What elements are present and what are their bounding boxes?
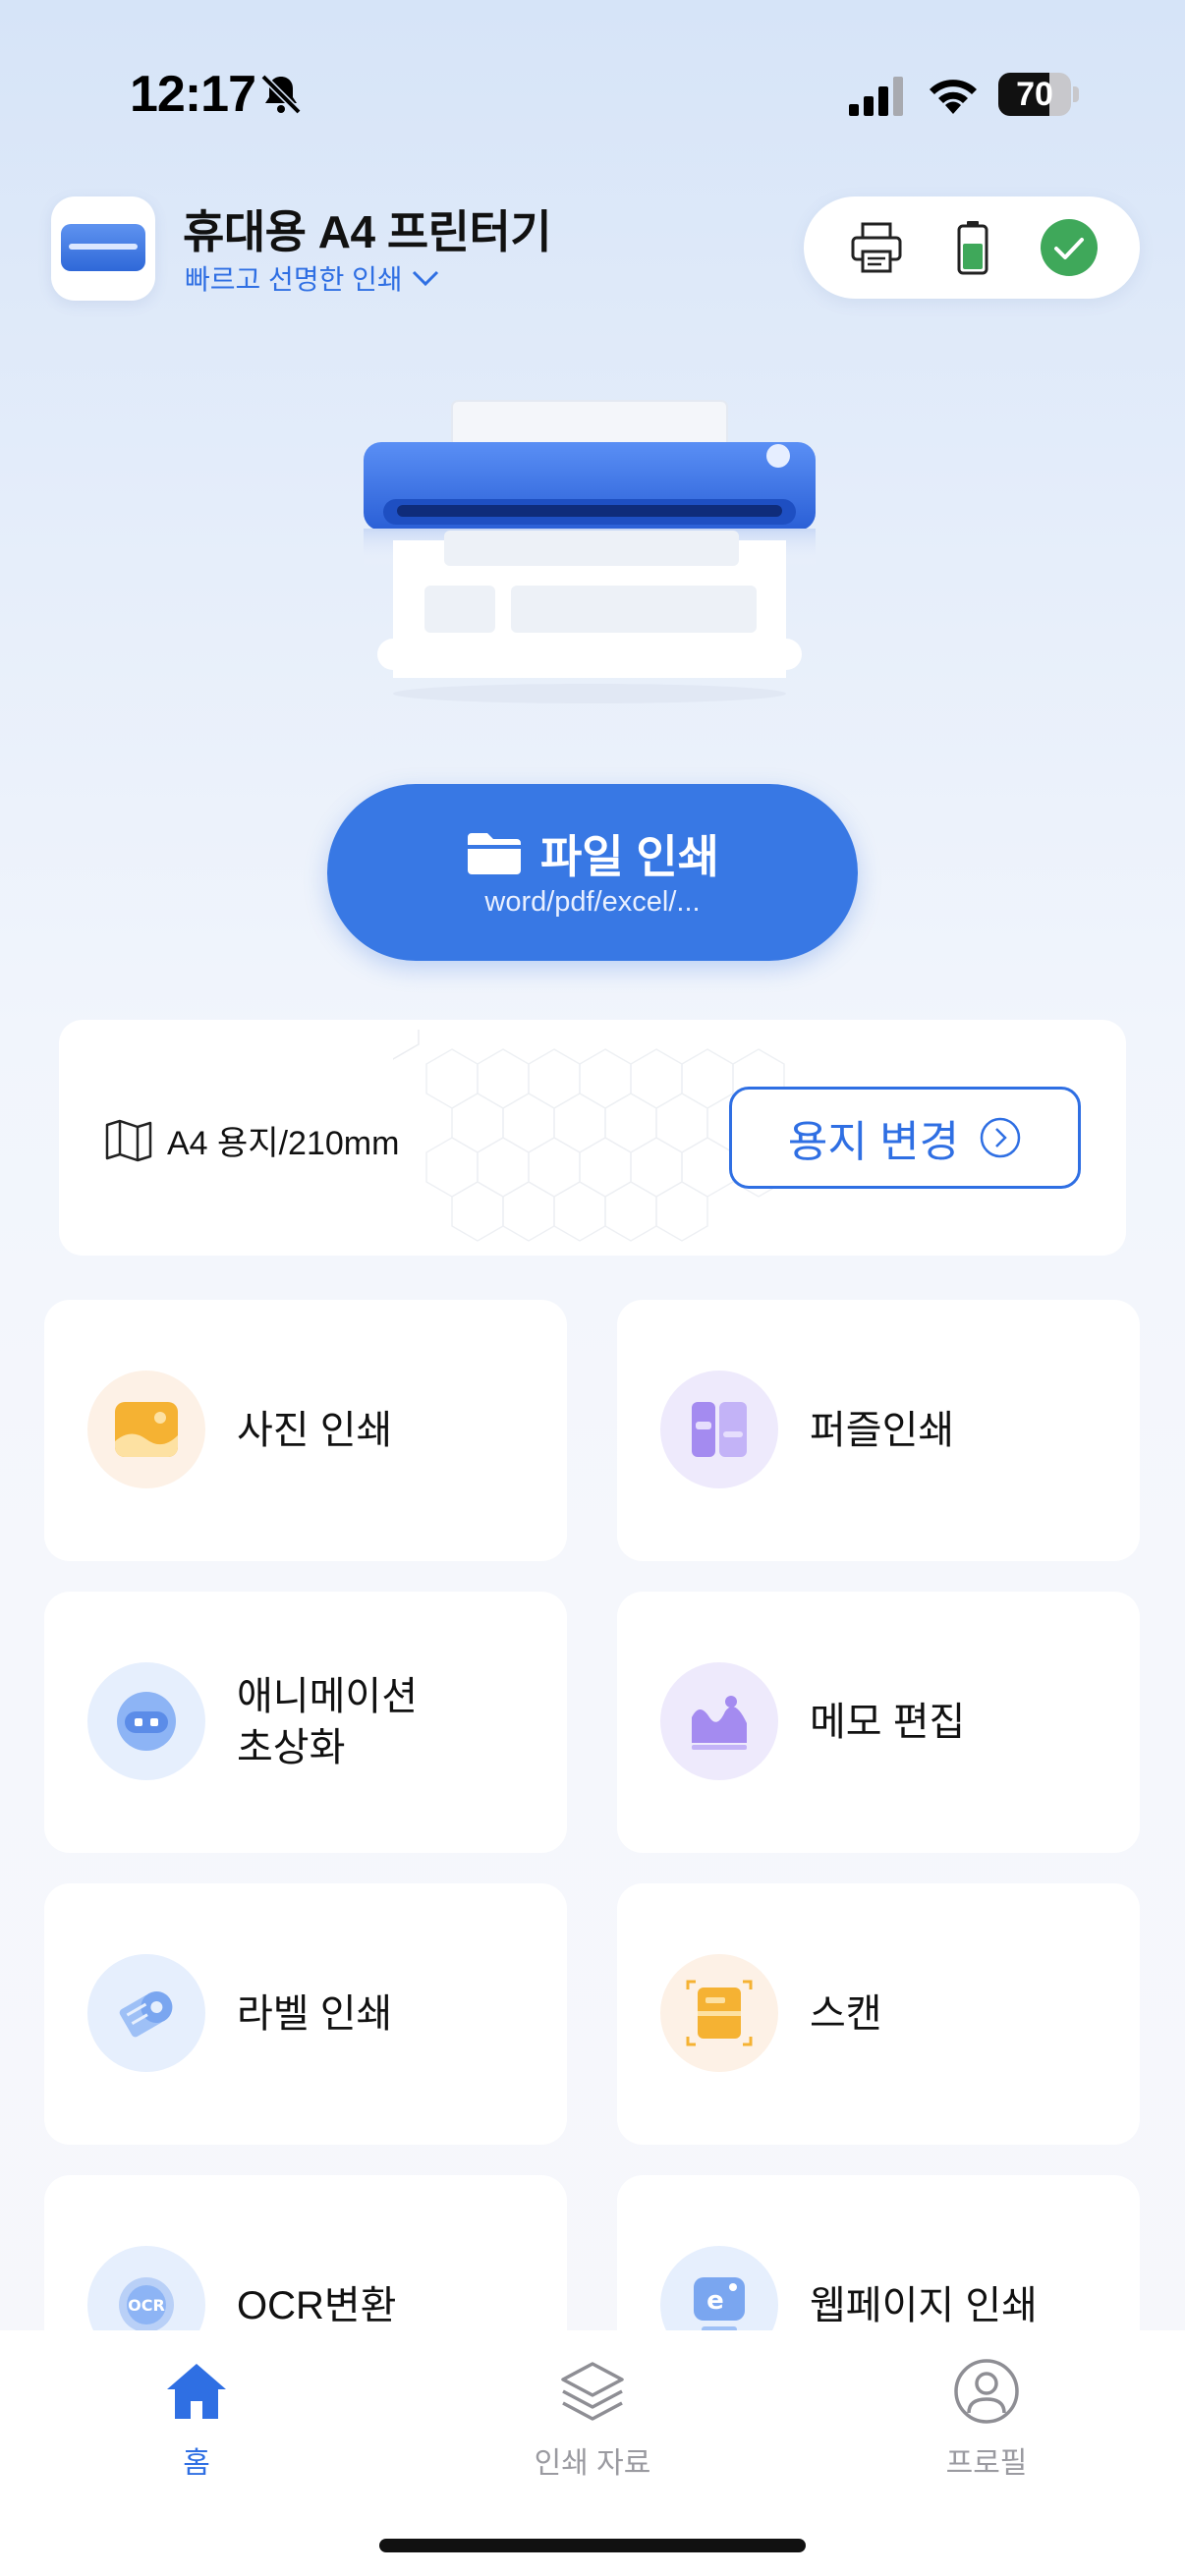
tab-home[interactable]: 홈	[69, 2356, 324, 2482]
file-print-button[interactable]: 파일 인쇄 word/pdf/excel/...	[327, 784, 858, 961]
page-title: 휴대용 A4 프린터기	[183, 206, 552, 257]
status-time: 12:17	[130, 66, 256, 123]
chevron-right-circle-icon	[980, 1117, 1021, 1158]
memo-icon	[692, 1696, 747, 1750]
paper-size-label: A4 용지/210mm	[167, 1125, 400, 1162]
device-status-pill[interactable]	[804, 196, 1140, 299]
file-print-label: 파일 인쇄	[539, 831, 720, 882]
tab-print-materials[interactable]: 인쇄 자료	[465, 2356, 720, 2482]
feature-tile-photo-print[interactable]: 사진 인쇄	[44, 1300, 567, 1561]
tab-label: 홈	[183, 2447, 210, 2480]
folder-icon	[467, 833, 521, 874]
subtitle-label: 빠르고 선명한 인쇄	[185, 264, 403, 295]
feature-tile-scan[interactable]: 스캔	[617, 1883, 1140, 2145]
feature-tile-memo-edit[interactable]: 메모 편집	[617, 1592, 1140, 1853]
silent-bell-icon	[260, 74, 302, 115]
feature-tile-anime-portrait[interactable]: 애니메이션 초상화	[44, 1592, 567, 1853]
layers-icon	[561, 2362, 624, 2421]
battery-icon	[957, 221, 988, 275]
change-paper-label: 용지 변경	[787, 1118, 960, 1166]
svg-text:e: e	[706, 2286, 724, 2316]
connected-check-icon	[1041, 219, 1098, 276]
feature-tile-label-print[interactable]: 라벨 인쇄	[44, 1883, 567, 2145]
photo-icon	[115, 1402, 178, 1457]
subtitle-dropdown[interactable]: 빠르고 선명한 인쇄	[185, 258, 440, 298]
file-formats: word/pdf/excel/...	[484, 886, 701, 918]
tab-label: 인쇄 자료	[534, 2447, 651, 2480]
cellular-signal-icon	[849, 77, 903, 116]
tab-profile[interactable]: 프로필	[859, 2356, 1114, 2482]
paper-size-card: A4 용지/210mm 용지 변경	[59, 1020, 1126, 1256]
battery-level: 70	[1016, 76, 1053, 113]
puzzle-icon	[692, 1402, 747, 1457]
feature-label: 퍼즐인쇄	[810, 1409, 955, 1452]
chevron-down-icon	[412, 270, 438, 287]
home-indicator[interactable]	[379, 2539, 806, 2552]
feature-tile-puzzle-print[interactable]: 퍼즐인쇄	[617, 1300, 1140, 1561]
scan-icon	[686, 1980, 753, 2046]
anime-portrait-icon	[117, 1692, 176, 1751]
feature-label: 사진 인쇄	[237, 1409, 393, 1452]
battery-indicator: 70	[998, 73, 1081, 116]
wifi-icon	[930, 80, 977, 114]
app-logo	[51, 196, 155, 301]
feature-label: 애니메이션 초상화	[237, 1675, 418, 1769]
home-icon	[167, 2364, 226, 2419]
paper-map-icon	[105, 1119, 152, 1161]
feature-label: 메모 편집	[810, 1701, 966, 1744]
svg-text:OCR: OCR	[128, 2296, 165, 2315]
profile-icon	[954, 2359, 1019, 2424]
status-bar: 12:17 70	[0, 0, 1185, 187]
feature-label: 스캔	[810, 1992, 882, 2036]
printer-icon	[851, 222, 902, 273]
feature-label: 라벨 인쇄	[237, 1992, 393, 2036]
printer-illustration	[364, 400, 816, 703]
tab-label: 프로필	[945, 2447, 1028, 2480]
label-icon	[119, 1991, 173, 2038]
change-paper-button[interactable]: 용지 변경	[729, 1087, 1081, 1189]
